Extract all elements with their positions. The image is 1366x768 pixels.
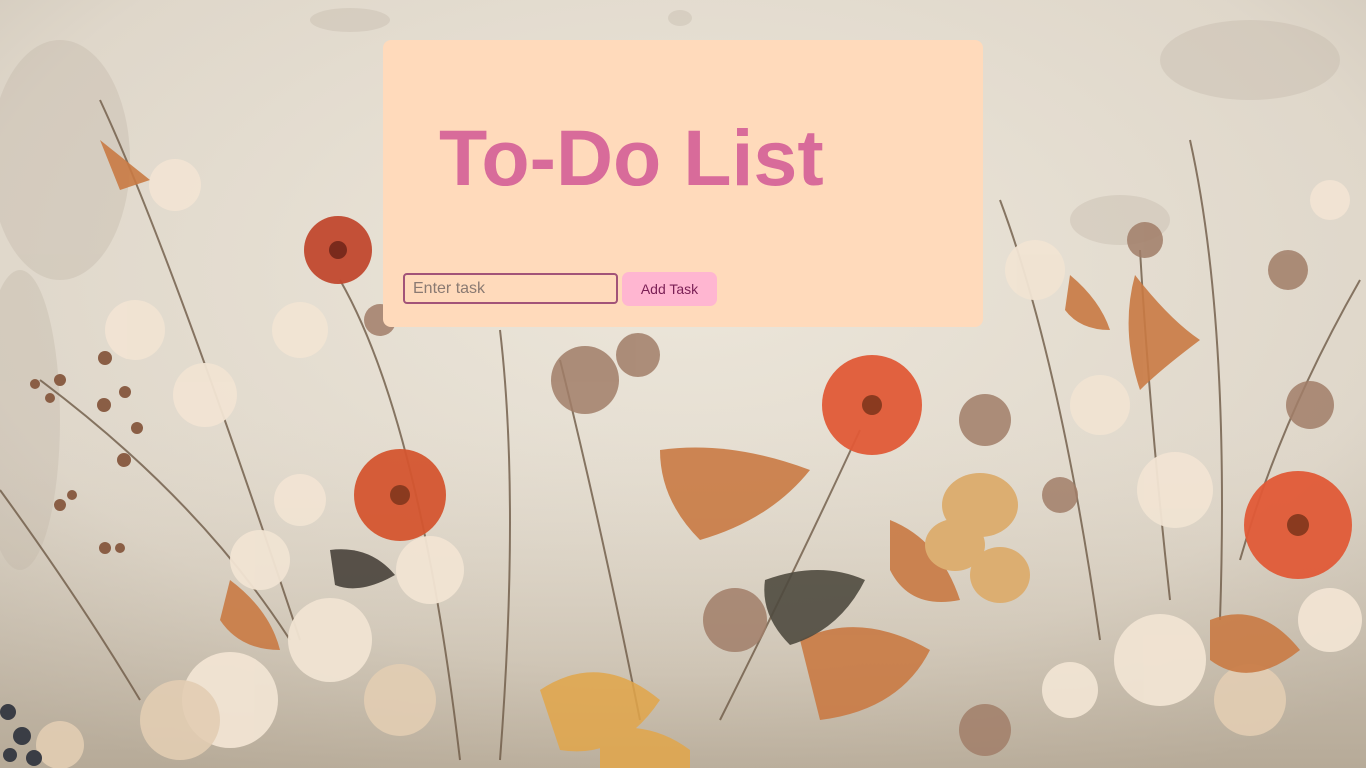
page-title: To-Do List xyxy=(439,113,824,202)
task-input[interactable] xyxy=(403,273,618,304)
add-task-button[interactable]: Add Task xyxy=(622,272,717,306)
todo-card: To-Do List Add Task xyxy=(383,40,983,327)
